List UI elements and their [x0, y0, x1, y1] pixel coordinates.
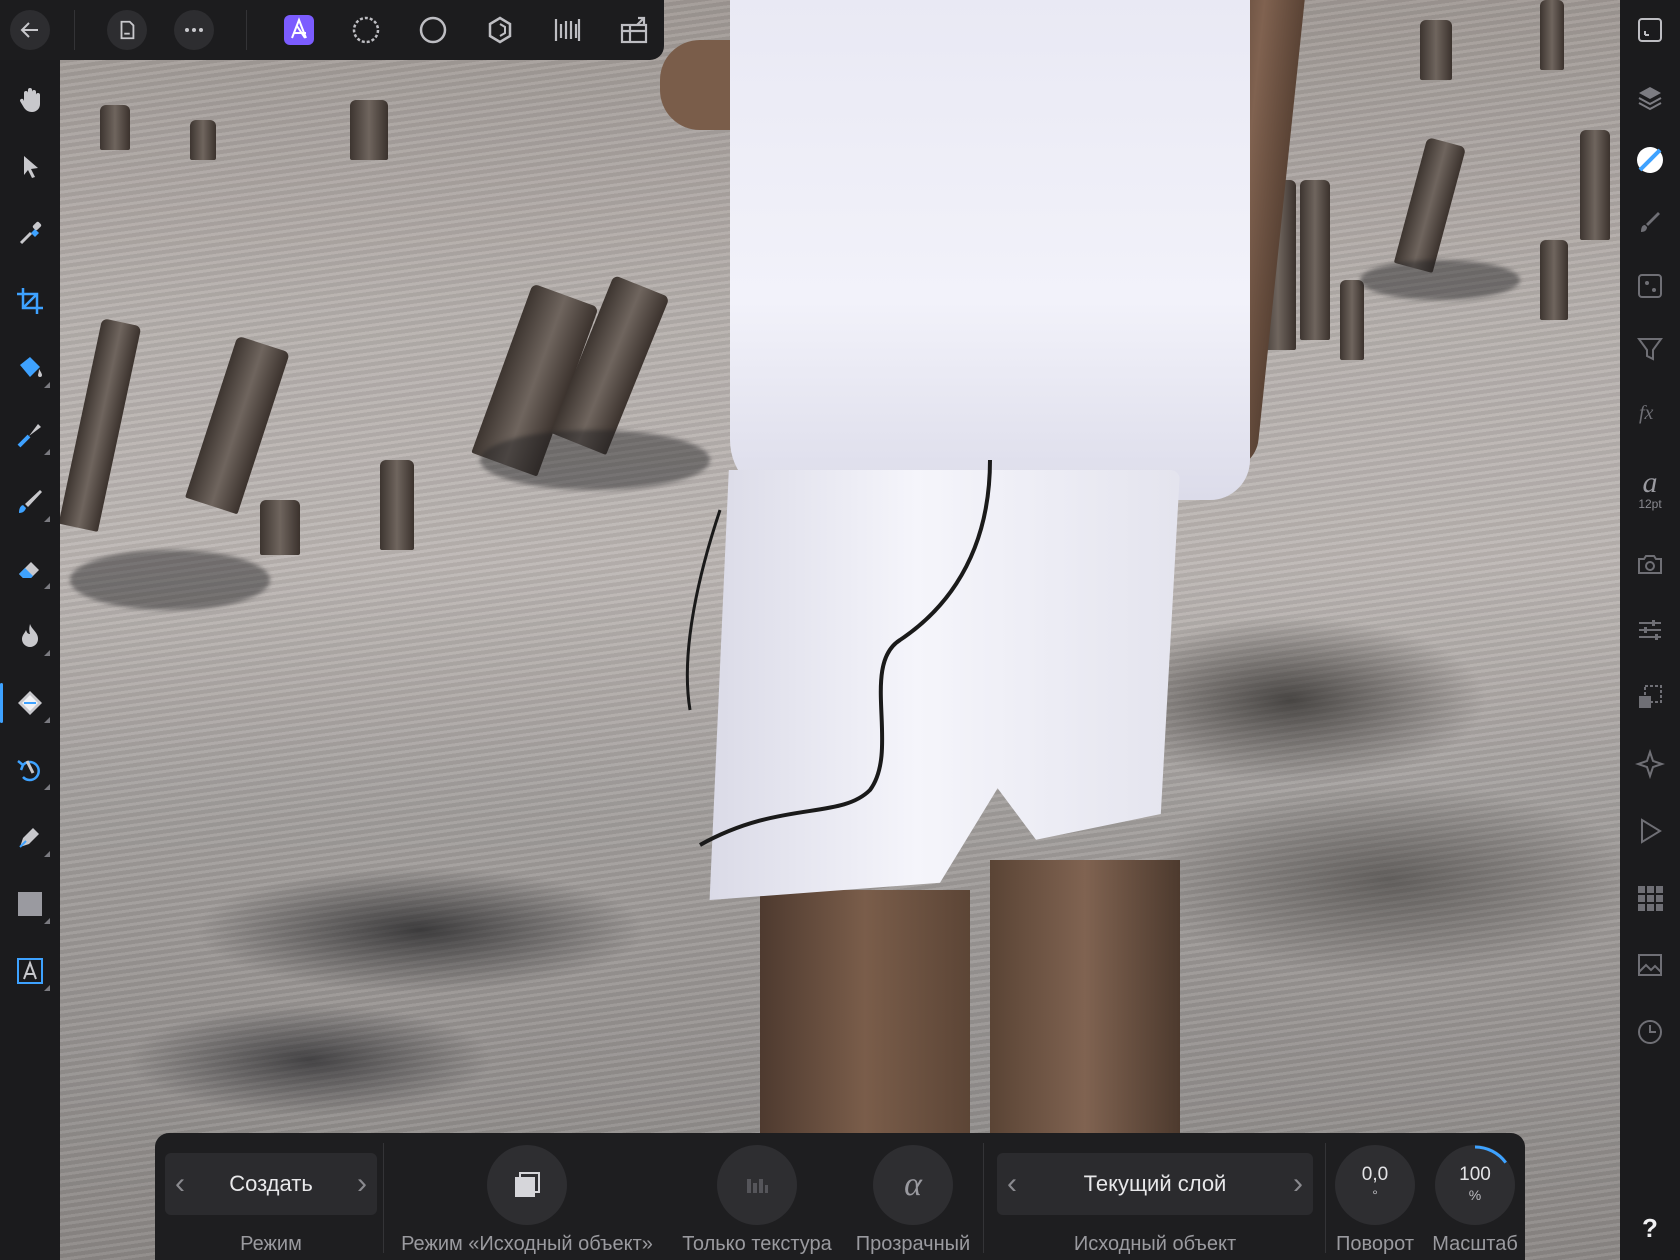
fill-tool-icon[interactable] — [10, 348, 50, 388]
image-canvas[interactable] — [60, 0, 1620, 1260]
layers-icon[interactable] — [1630, 77, 1670, 117]
source-stepper[interactable]: ‹ Текущий слой › — [997, 1153, 1313, 1215]
export-persona-icon[interactable] — [547, 10, 587, 50]
texture-only-toggle[interactable] — [717, 1145, 797, 1225]
liquify-persona-icon[interactable] — [346, 10, 386, 50]
navigator-icon[interactable] — [1630, 744, 1670, 784]
develop-persona-icon[interactable] — [413, 10, 453, 50]
effects-icon[interactable]: fx — [1630, 392, 1670, 432]
selection-brush-icon[interactable] — [10, 415, 50, 455]
scale-unit: % — [1468, 1187, 1482, 1203]
top-toolbar — [0, 0, 664, 60]
camera-icon[interactable] — [1630, 544, 1670, 584]
transparent-label: Прозрачный — [855, 1233, 971, 1255]
play-macro-icon[interactable] — [1630, 811, 1670, 851]
tools-panel — [0, 60, 60, 1260]
stock-grid-icon[interactable] — [1630, 878, 1670, 918]
fullscreen-icon[interactable] — [1630, 10, 1670, 50]
rotation-value: 0,0 — [1361, 1164, 1389, 1185]
arrange-icon[interactable] — [614, 10, 654, 50]
color-icon[interactable] — [1630, 140, 1670, 180]
brushes-icon[interactable] — [1630, 203, 1670, 243]
scale-dial[interactable]: 100 % — [1435, 1145, 1515, 1225]
back-arrow-icon[interactable] — [10, 10, 50, 50]
adjustments-icon[interactable] — [1630, 266, 1670, 306]
mode-value: Создать — [229, 1171, 313, 1196]
studio-panel: fx a 12pt ? — [1620, 0, 1680, 1260]
eraser-icon[interactable] — [10, 549, 50, 589]
photo-persona-icon[interactable] — [279, 10, 319, 50]
pen-tool-icon[interactable] — [10, 817, 50, 857]
image-icon[interactable] — [1630, 945, 1670, 985]
source-value: Текущий слой — [1083, 1171, 1227, 1196]
mode-stepper[interactable]: ‹ Создать › — [165, 1153, 377, 1215]
context-toolbar: ‹ Создать › Режим Режим «Исходный объект… — [155, 1133, 1525, 1260]
source-mode-label: Режим «Исходный объект» — [401, 1233, 653, 1255]
burn-tool-icon[interactable] — [10, 616, 50, 656]
crop-tool-icon[interactable] — [10, 281, 50, 321]
text-styles-icon[interactable]: a 12pt — [1630, 460, 1670, 520]
hand-tool-icon[interactable] — [10, 80, 50, 120]
sliders-icon[interactable] — [1630, 610, 1670, 650]
rotation-label: Поворот — [1336, 1233, 1414, 1255]
transform-icon[interactable] — [1630, 677, 1670, 717]
color-picker-icon[interactable] — [10, 214, 50, 254]
help-button[interactable]: ? — [1630, 1208, 1670, 1248]
mode-label: Режим — [240, 1233, 302, 1255]
alpha-icon: α — [904, 1166, 922, 1203]
svg-text:fx: fx — [1639, 402, 1654, 424]
clone-tool-icon[interactable] — [10, 683, 50, 723]
text-tool-icon[interactable] — [10, 951, 50, 991]
filter-icon[interactable] — [1630, 329, 1670, 369]
scale-value: 100 — [1459, 1164, 1491, 1185]
chevron-right-icon[interactable]: › — [347, 1169, 377, 1199]
shape-tool-icon[interactable] — [10, 884, 50, 924]
more-icon[interactable] — [174, 10, 214, 50]
chevron-right-icon[interactable]: › — [1283, 1169, 1313, 1199]
rotation-dial[interactable]: 0,0 ° — [1335, 1145, 1415, 1225]
source-mode-button[interactable] — [487, 1145, 567, 1225]
tone-mapping-persona-icon[interactable] — [480, 10, 520, 50]
texture-only-label: Только текстура — [682, 1233, 832, 1255]
undo-brush-icon[interactable] — [10, 750, 50, 790]
source-label: Исходный объект — [1073, 1233, 1237, 1255]
paint-brush-icon[interactable] — [10, 482, 50, 522]
transparent-toggle[interactable]: α — [873, 1145, 953, 1225]
text-size-label: 12pt — [1638, 497, 1662, 511]
rotation-unit: ° — [1372, 1187, 1378, 1203]
move-tool-icon[interactable] — [10, 147, 50, 187]
texture-icon — [747, 1179, 768, 1193]
scale-label: Масштаб — [1432, 1233, 1518, 1255]
layer-copy-icon — [515, 1172, 540, 1197]
chevron-left-icon[interactable]: ‹ — [165, 1169, 195, 1199]
history-icon[interactable] — [1630, 1012, 1670, 1052]
chevron-left-icon[interactable]: ‹ — [997, 1169, 1027, 1199]
document-icon[interactable] — [107, 10, 147, 50]
